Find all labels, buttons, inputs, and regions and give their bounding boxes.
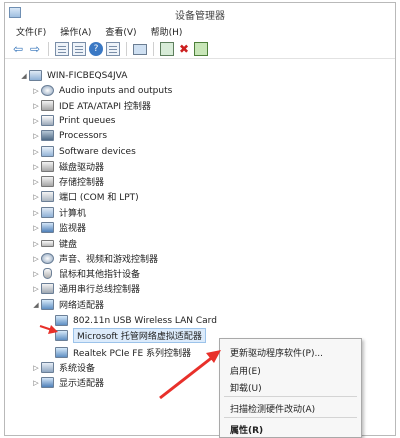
menu-view[interactable]: 查看(V) bbox=[98, 25, 143, 38]
expand-icon[interactable]: ▷ bbox=[31, 379, 41, 387]
network-adapter-icon bbox=[41, 299, 54, 310]
tree-item-ms-hosted-virtual-adapter[interactable]: Microsoft 托管网络虚拟适配器 bbox=[55, 328, 206, 343]
system-device-icon bbox=[41, 362, 54, 373]
tree-item-software-devices[interactable]: ▷ Software devices bbox=[31, 144, 136, 159]
window-title: 设备管理器 bbox=[175, 11, 225, 22]
tree-item-system-devices[interactable]: ▷ 系统设备 bbox=[31, 360, 95, 375]
disk-drive-icon bbox=[41, 161, 54, 172]
expand-icon[interactable]: ▷ bbox=[31, 240, 41, 248]
keyboard-icon bbox=[41, 240, 54, 247]
menu-bar: 文件(F) 操作(A) 查看(V) 帮助(H) bbox=[5, 23, 395, 39]
processor-icon bbox=[41, 130, 54, 141]
ctx-separator bbox=[224, 417, 357, 418]
ide-controller-icon bbox=[41, 100, 54, 111]
tree-item-ports[interactable]: ▷ 端口 (COM 和 LPT) bbox=[31, 189, 139, 204]
tree-item-monitors[interactable]: ▷ 监视器 bbox=[31, 220, 86, 235]
display-adapter-icon bbox=[41, 377, 54, 388]
tree-item-processors[interactable]: ▷ Processors bbox=[31, 128, 107, 143]
menu-action[interactable]: 操作(A) bbox=[53, 25, 98, 38]
monitor-icon bbox=[41, 222, 54, 233]
monitor-icon[interactable] bbox=[133, 43, 147, 55]
ctx-update-driver[interactable]: 更新驱动程序软件(P)... bbox=[230, 346, 323, 359]
printer-icon bbox=[41, 115, 54, 126]
expand-icon[interactable]: ▷ bbox=[31, 117, 41, 125]
ctx-scan-hardware[interactable]: 扫描检测硬件改动(A) bbox=[230, 402, 315, 415]
tree-item-usb[interactable]: ▷ 通用串行总线控制器 bbox=[31, 281, 140, 296]
ctx-properties[interactable]: 属性(R) bbox=[230, 423, 263, 436]
expand-icon[interactable]: ▷ bbox=[31, 132, 41, 140]
context-menu: 更新驱动程序软件(P)... 启用(E) 卸载(U) 扫描检测硬件改动(A) 属… bbox=[219, 338, 362, 438]
storage-controller-icon bbox=[41, 176, 54, 187]
tree-item-audio[interactable]: ▷ Audio inputs and outputs bbox=[31, 83, 172, 98]
expand-icon[interactable]: ▷ bbox=[31, 270, 41, 278]
expand-icon[interactable]: ▷ bbox=[31, 224, 41, 232]
toolbar-separator bbox=[48, 41, 49, 56]
selected-device-label: Microsoft 托管网络虚拟适配器 bbox=[73, 328, 206, 343]
menu-help[interactable]: 帮助(H) bbox=[144, 25, 190, 38]
usb-controller-icon bbox=[41, 283, 54, 294]
ctx-enable[interactable]: 启用(E) bbox=[230, 364, 261, 377]
expand-icon[interactable]: ▷ bbox=[31, 102, 41, 110]
tree-root[interactable]: ◢ WIN-FICBEQS4JVA bbox=[19, 68, 127, 83]
help-icon[interactable]: ? bbox=[89, 41, 103, 56]
tree-item-mice[interactable]: ▷ 鼠标和其他指针设备 bbox=[31, 266, 140, 281]
title-bar: 设备管理器 bbox=[5, 3, 395, 23]
toolbar: ⇦ ⇨ ? ✖ bbox=[5, 39, 395, 59]
mouse-icon bbox=[43, 268, 52, 279]
sound-video-icon bbox=[41, 253, 54, 264]
tree-item-sound-video[interactable]: ▷ 声音、视频和游戏控制器 bbox=[31, 251, 158, 266]
expand-icon[interactable]: ▷ bbox=[31, 285, 41, 293]
network-adapter-icon bbox=[55, 330, 68, 341]
expand-icon[interactable]: ▷ bbox=[31, 255, 41, 263]
collapse-icon[interactable]: ◢ bbox=[31, 301, 41, 309]
properties-icon[interactable] bbox=[55, 41, 69, 56]
tree-item-ide[interactable]: ▷ IDE ATA/ATAPI 控制器 bbox=[31, 98, 151, 113]
expand-icon[interactable]: ▷ bbox=[31, 178, 41, 186]
tree-item-realtek[interactable]: Realtek PCIe FE 系列控制器 bbox=[55, 345, 191, 360]
expand-icon[interactable]: ▷ bbox=[31, 193, 41, 201]
expand-icon[interactable]: ▷ bbox=[31, 87, 41, 95]
document-icon[interactable] bbox=[72, 41, 86, 56]
tree-item-disk-drives[interactable]: ▷ 磁盘驱动器 bbox=[31, 159, 104, 174]
tree-item-storage-controllers[interactable]: ▷ 存储控制器 bbox=[31, 174, 104, 189]
toolbar-separator bbox=[153, 41, 154, 56]
ctx-separator bbox=[224, 396, 357, 397]
menu-file[interactable]: 文件(F) bbox=[9, 25, 53, 38]
computer-icon bbox=[41, 207, 54, 218]
toolbar-separator bbox=[126, 41, 127, 56]
port-icon bbox=[41, 191, 54, 202]
expand-icon[interactable]: ▷ bbox=[31, 163, 41, 171]
expand-icon[interactable]: ▷ bbox=[31, 209, 41, 217]
document-icon[interactable] bbox=[106, 41, 120, 56]
tree-item-network-adapters[interactable]: ◢ 网络适配器 bbox=[31, 297, 104, 312]
update-driver-icon[interactable] bbox=[194, 41, 208, 56]
collapse-icon[interactable]: ◢ bbox=[19, 72, 29, 80]
speaker-icon bbox=[41, 85, 54, 96]
scan-icon[interactable] bbox=[160, 41, 174, 56]
expand-icon[interactable]: ▷ bbox=[31, 364, 41, 372]
back-arrow-icon[interactable]: ⇦ bbox=[11, 42, 25, 56]
expand-icon[interactable]: ▷ bbox=[31, 148, 41, 156]
software-device-icon bbox=[41, 146, 54, 157]
tree-item-computer[interactable]: ▷ 计算机 bbox=[31, 205, 86, 220]
network-adapter-icon bbox=[55, 315, 68, 326]
ctx-uninstall[interactable]: 卸载(U) bbox=[230, 381, 262, 394]
forward-arrow-icon[interactable]: ⇨ bbox=[28, 42, 42, 56]
tree-item-keyboards[interactable]: ▷ 键盘 bbox=[31, 236, 77, 251]
computer-icon bbox=[29, 70, 42, 81]
network-adapter-icon bbox=[55, 347, 68, 358]
tree-item-display-adapters[interactable]: ▷ 显示适配器 bbox=[31, 375, 104, 390]
tree-item-print-queues[interactable]: ▷ Print queues bbox=[31, 113, 115, 128]
uninstall-icon[interactable]: ✖ bbox=[177, 42, 191, 56]
tree-item-wireless-lan[interactable]: 802.11n USB Wireless LAN Card bbox=[55, 313, 217, 328]
